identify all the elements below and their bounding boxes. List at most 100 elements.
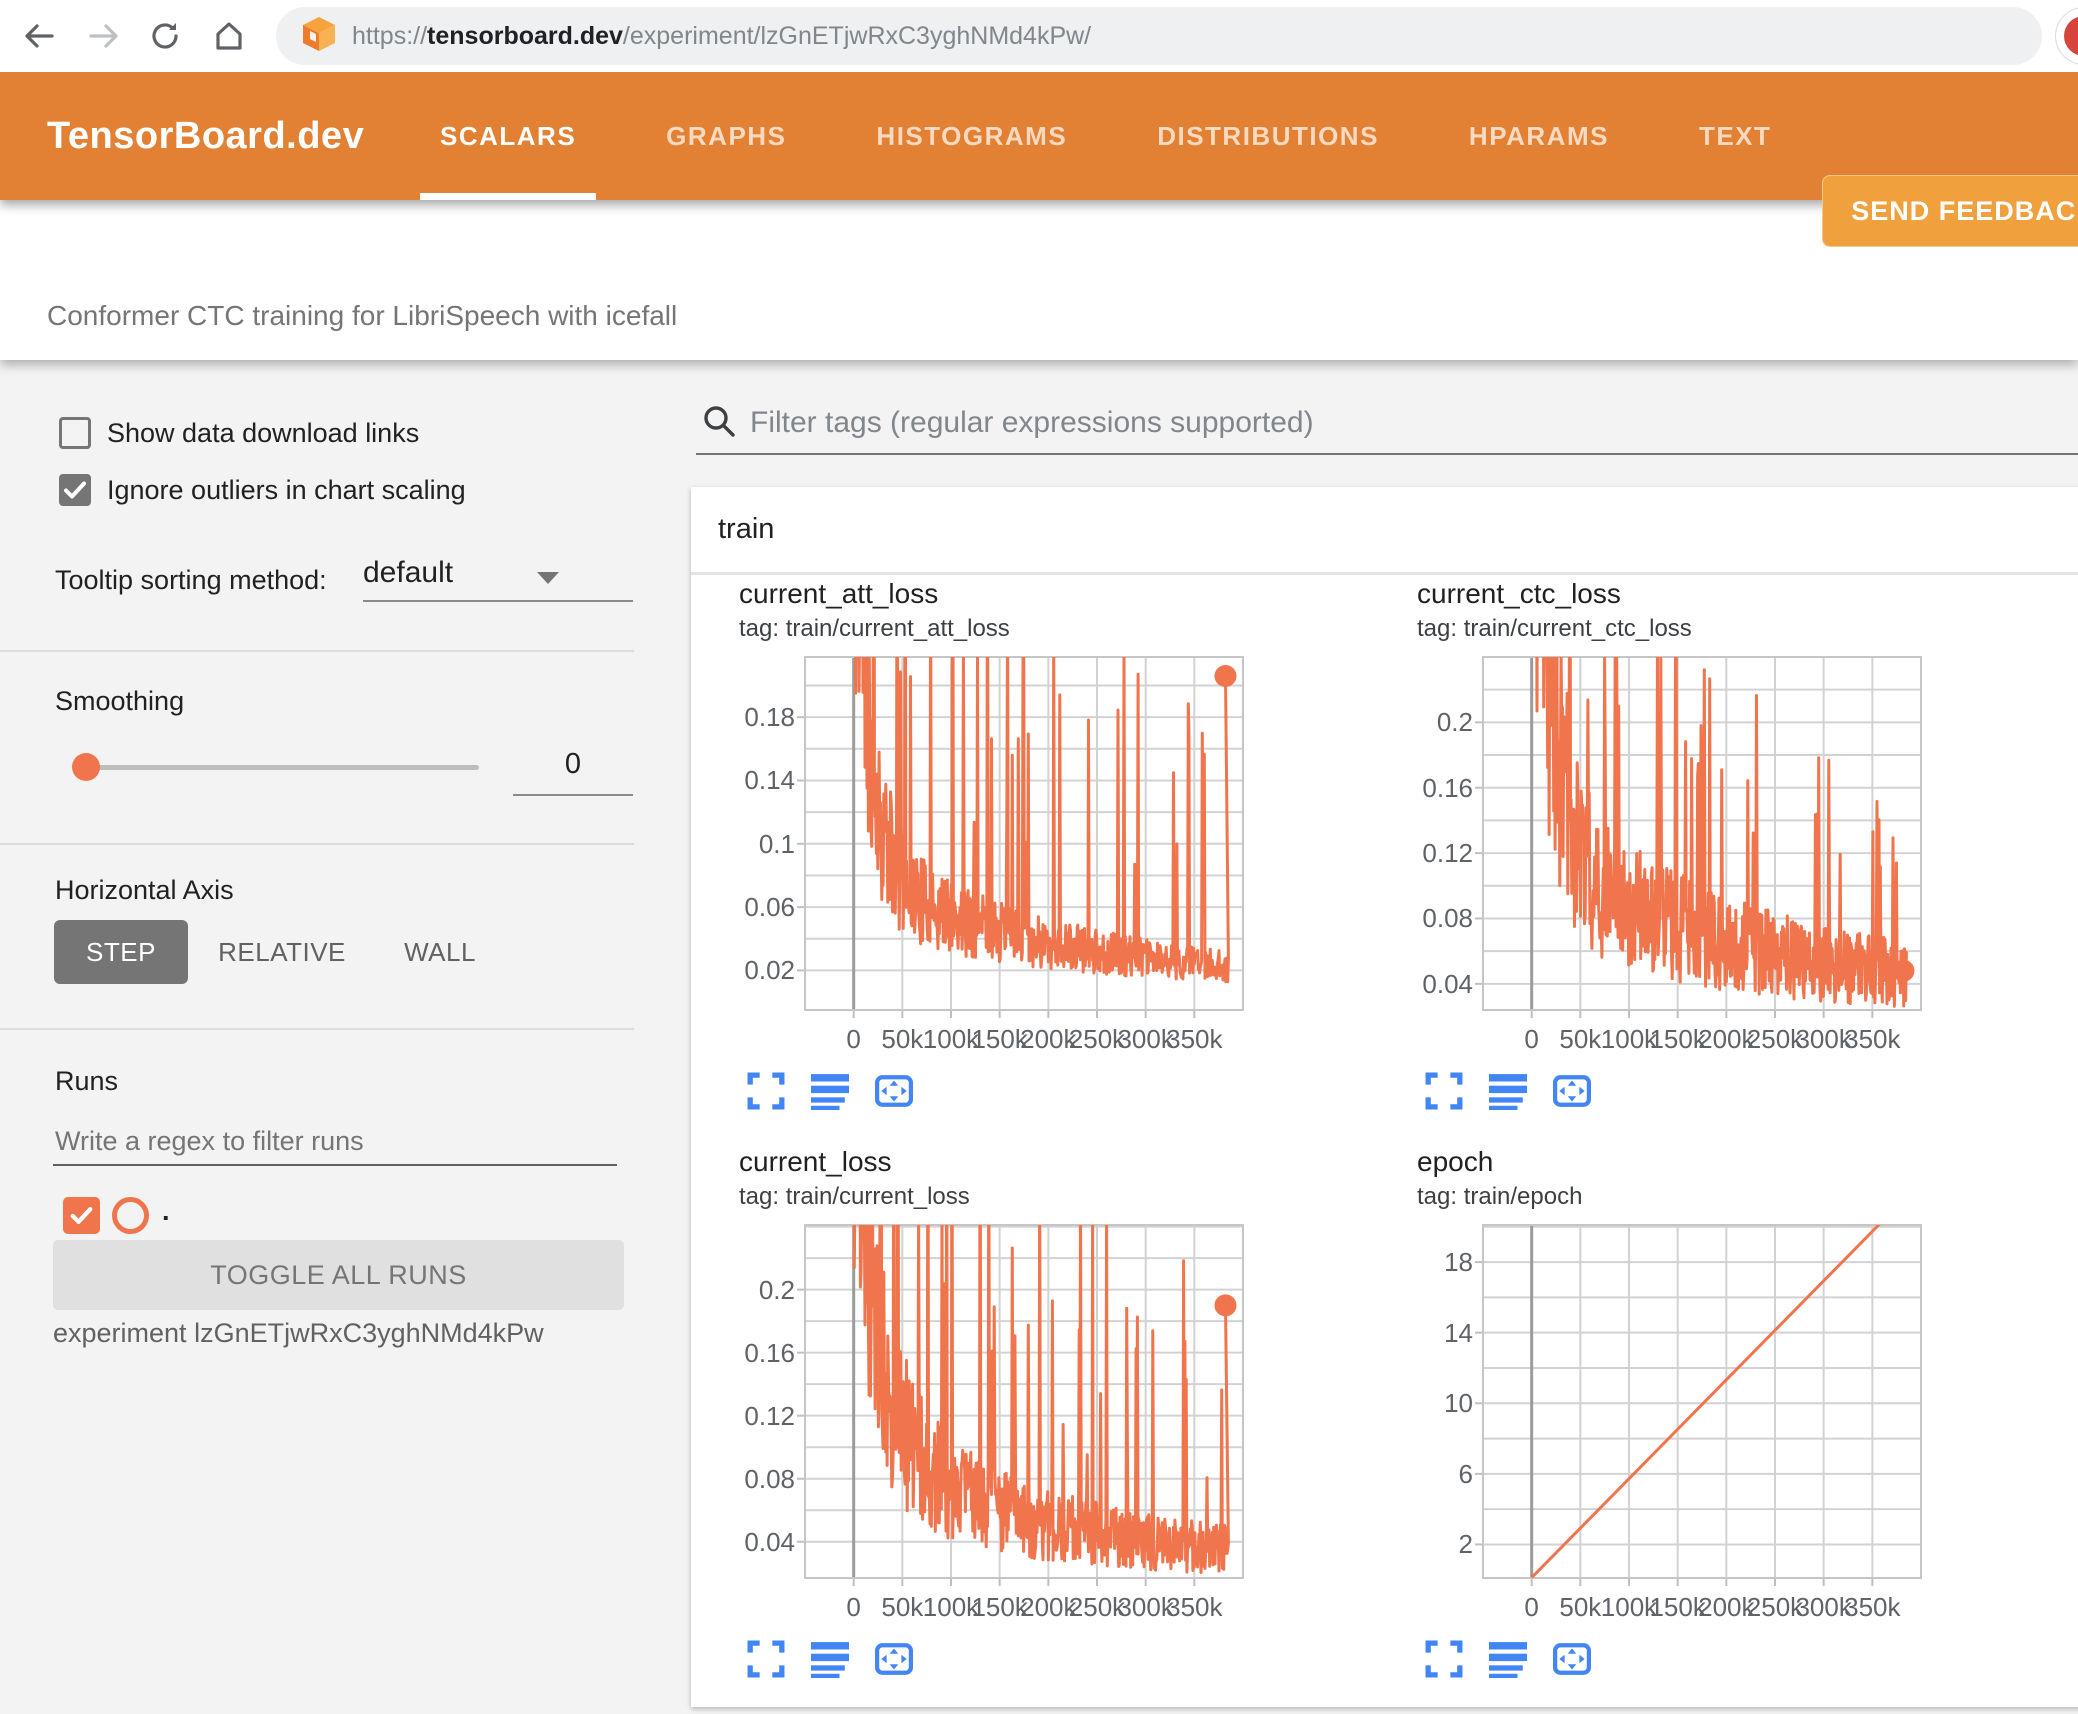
tag-group-title: train: [718, 513, 775, 545]
y-axis-label: 0.16: [1422, 772, 1473, 803]
axis-step-button[interactable]: STEP: [54, 920, 188, 984]
tag-group-card: train current_att_loss tag: train/current…: [691, 487, 2078, 1707]
fullscreen-icon[interactable]: [1425, 1072, 1463, 1110]
y-axis-label: 0.06: [744, 892, 795, 923]
log-scale-icon[interactable]: [1489, 1072, 1527, 1110]
smoothing-value-underline: [513, 794, 633, 796]
x-axis-label: 350k: [1844, 1024, 1901, 1054]
tooltip-sort-select[interactable]: default: [363, 556, 633, 602]
y-axis-label: 14: [1444, 1317, 1473, 1348]
smoothing-slider-track[interactable]: [85, 765, 479, 770]
check-icon: [70, 1207, 93, 1224]
tooltip-sort-label: Tooltip sorting method:: [55, 565, 327, 595]
chart-action-toolbar: [1425, 1640, 1591, 1678]
y-axis-label: 0.18: [744, 702, 795, 733]
app-header: TensorBoard.dev SCALARS GRAPHS HISTOGRAM…: [0, 72, 2078, 247]
tab-distributions[interactable]: DISTRIBUTIONS: [1137, 72, 1399, 200]
toggle-all-runs-button[interactable]: TOGGLE ALL RUNS: [53, 1240, 624, 1310]
fit-data-icon[interactable]: [1553, 1072, 1591, 1110]
home-icon[interactable]: [207, 14, 251, 58]
axis-wall-button[interactable]: WALL: [385, 920, 495, 984]
y-axis-label: 0.16: [744, 1337, 795, 1368]
chart-plot-area[interactable]: [1475, 1224, 1922, 1586]
fit-data-icon[interactable]: [1553, 1640, 1591, 1678]
main-content: train current_att_loss tag: train/current…: [660, 360, 2078, 1707]
chart-title: current_loss: [739, 1146, 892, 1177]
chart-tag: tag: train/current_att_loss: [739, 615, 1010, 642]
fit-data-icon[interactable]: [875, 1072, 913, 1110]
send-feedback-button[interactable]: SEND FEEDBACK: [1822, 175, 2078, 247]
forward-icon[interactable]: [82, 14, 126, 58]
ignore-outliers-checkbox[interactable]: [59, 474, 91, 506]
chart-plot-area[interactable]: [797, 1224, 1244, 1586]
show-download-links-label: Show data download links: [107, 418, 420, 448]
series-line: [1530, 1225, 1881, 1578]
sidebar-divider: [0, 843, 634, 845]
tab-hparams[interactable]: HPARAMS: [1449, 72, 1629, 200]
tab-text[interactable]: TEXT: [1679, 72, 1791, 200]
back-icon[interactable]: [17, 14, 61, 58]
chart-tag: tag: train/epoch: [1417, 1183, 1583, 1210]
axis-relative-button[interactable]: RELATIVE: [212, 920, 352, 984]
experiment-caption: experiment lzGnETjwRxC3yghNMd4kPw: [53, 1318, 544, 1348]
chart-action-toolbar: [1425, 1072, 1591, 1110]
scalar-chart-current_att_loss: current_att_loss tag: train/current_att_l…: [739, 578, 1359, 1146]
y-axis-label: 0.2: [1436, 707, 1473, 738]
runs-filter-input[interactable]: [53, 1118, 617, 1166]
chart-action-toolbar: [747, 1072, 913, 1110]
chart-title: current_att_loss: [739, 578, 939, 609]
y-axis-label: 6: [1458, 1458, 1473, 1489]
y-axis-label: 18: [1444, 1247, 1473, 1278]
filter-tags-input[interactable]: [748, 398, 2062, 448]
y-axis-label: 0.14: [744, 765, 795, 796]
series-end-dot: [1214, 1294, 1237, 1317]
log-scale-icon[interactable]: [811, 1072, 849, 1110]
run-color-swatch[interactable]: [112, 1197, 149, 1234]
tab-histograms[interactable]: HISTOGRAMS: [856, 72, 1087, 200]
x-axis-label: 350k: [1844, 1592, 1901, 1622]
runs-label: Runs: [55, 1066, 119, 1096]
smoothing-value[interactable]: 0: [513, 748, 633, 781]
y-axis-label: 0.12: [1422, 838, 1473, 869]
chevron-down-icon: [537, 572, 559, 584]
y-axis-label: 0.08: [744, 1463, 795, 1494]
avatar-badge: [2064, 16, 2078, 56]
tab-graphs[interactable]: GRAPHS: [646, 72, 806, 200]
fullscreen-icon[interactable]: [1425, 1640, 1463, 1678]
fullscreen-icon[interactable]: [747, 1072, 785, 1110]
horizontal-axis-label: Horizontal Axis: [55, 875, 234, 905]
chart-tag: tag: train/current_ctc_loss: [1417, 615, 1692, 642]
sidebar-divider: [0, 1028, 634, 1030]
series-end-dot: [1214, 664, 1237, 687]
tab-scalars[interactable]: SCALARS: [420, 72, 597, 200]
chart-plot-area[interactable]: [797, 656, 1244, 1018]
run-checkbox[interactable]: [63, 1197, 100, 1234]
smoothing-slider-handle[interactable]: [72, 753, 100, 781]
scalar-chart-current_loss: current_loss tag: train/current_loss 0.04 0…: [739, 1146, 1359, 1714]
charts-grid: current_att_loss tag: train/current_att_l…: [691, 578, 2078, 1707]
y-axis-label: 0.08: [1422, 903, 1473, 934]
experiment-title: Conformer CTC training for LibriSpeech w…: [47, 300, 678, 331]
checkbox-unchecked-icon: [59, 417, 91, 449]
fit-data-icon[interactable]: [875, 1640, 913, 1678]
sidebar-divider: [0, 650, 634, 652]
profile-avatar[interactable]: [2056, 8, 2078, 64]
smoothing-label: Smoothing: [55, 686, 185, 716]
run-name: .: [162, 1196, 170, 1226]
scalar-chart-epoch: epoch tag: train/epoch 2 6 10 14 18 0 50k 100k 150…: [1417, 1146, 2037, 1714]
chart-plot-area[interactable]: [1475, 656, 1922, 1018]
show-download-links-checkbox[interactable]: [59, 417, 91, 449]
x-axis-label: 350k: [1166, 1592, 1223, 1622]
log-scale-icon[interactable]: [811, 1640, 849, 1678]
reload-icon[interactable]: [143, 14, 187, 58]
y-axis-label: 0.04: [744, 1526, 795, 1557]
tag-group-header[interactable]: train: [691, 487, 2078, 575]
y-axis-label: 0.02: [744, 955, 795, 986]
fullscreen-icon[interactable]: [747, 1640, 785, 1678]
app-brand: TensorBoard.dev: [47, 114, 365, 157]
log-scale-icon[interactable]: [1489, 1640, 1527, 1678]
scalar-chart-current_ctc_loss: current_ctc_loss tag: train/current_ctc_l…: [1417, 578, 2037, 1146]
url-bar[interactable]: https://tensorboard.dev/experiment/lzGnE…: [276, 7, 2042, 65]
search-icon: [700, 402, 738, 445]
tensorboard-logo-icon: [302, 16, 336, 57]
